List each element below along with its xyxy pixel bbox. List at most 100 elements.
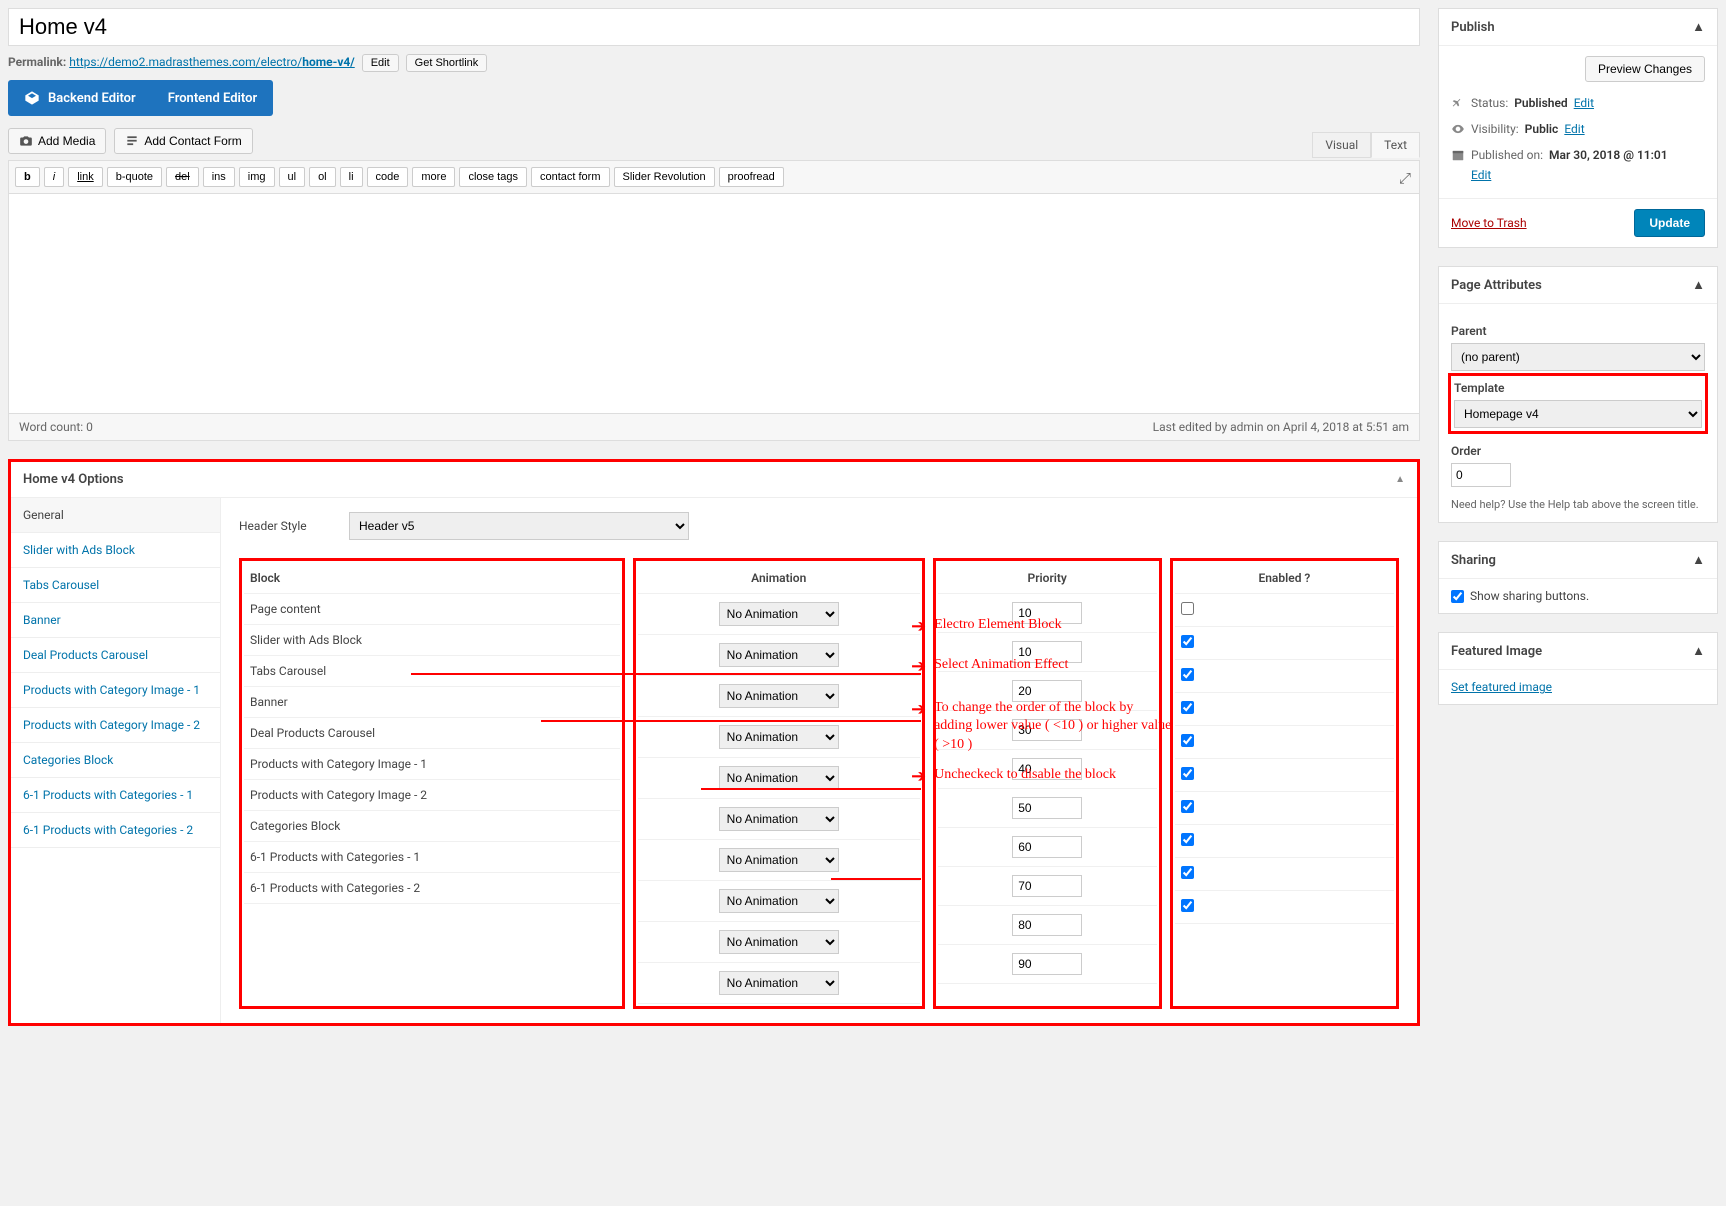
priority-input[interactable] bbox=[1012, 914, 1082, 936]
nav-categories-block[interactable]: Categories Block bbox=[11, 743, 220, 778]
priority-input[interactable] bbox=[1012, 797, 1082, 819]
sharing-checkbox-label[interactable]: Show sharing buttons. bbox=[1451, 589, 1705, 603]
add-media-button[interactable]: Add Media bbox=[8, 128, 106, 154]
nav-6-1-products-1[interactable]: 6-1 Products with Categories - 1 bbox=[11, 778, 220, 813]
th-priority: Priority bbox=[938, 563, 1157, 594]
qt-img[interactable]: img bbox=[239, 167, 275, 187]
qt-b[interactable]: b bbox=[15, 167, 40, 187]
animation-select[interactable]: No Animation bbox=[719, 848, 839, 872]
enabled-checkbox[interactable] bbox=[1181, 635, 1194, 648]
preview-changes-button[interactable]: Preview Changes bbox=[1585, 56, 1705, 82]
priority-input[interactable] bbox=[1012, 602, 1082, 624]
animation-select[interactable]: No Animation bbox=[719, 643, 839, 667]
set-featured-image-link[interactable]: Set featured image bbox=[1451, 680, 1552, 694]
enabled-checkbox[interactable] bbox=[1181, 866, 1194, 879]
priority-input[interactable] bbox=[1012, 641, 1082, 663]
enabled-checkbox[interactable] bbox=[1181, 701, 1194, 714]
edit-date-link[interactable]: Edit bbox=[1471, 168, 1705, 182]
featured-image-header[interactable]: Featured Image▲ bbox=[1439, 633, 1717, 670]
qt-closetags[interactable]: close tags bbox=[459, 167, 527, 187]
qt-ins[interactable]: ins bbox=[203, 167, 235, 187]
block-name: Products with Category Image - 1 bbox=[244, 749, 620, 780]
edit-status-link[interactable]: Edit bbox=[1574, 96, 1594, 110]
block-name: Banner bbox=[244, 687, 620, 718]
block-name: Products with Category Image - 2 bbox=[244, 780, 620, 811]
qt-code[interactable]: code bbox=[367, 167, 409, 187]
qt-ol[interactable]: ol bbox=[309, 167, 336, 187]
animation-select[interactable]: No Animation bbox=[719, 602, 839, 626]
animation-select[interactable]: No Animation bbox=[719, 807, 839, 831]
animation-select[interactable]: No Animation bbox=[719, 971, 839, 995]
block-name: 6-1 Products with Categories - 2 bbox=[244, 873, 620, 904]
priority-input[interactable] bbox=[1012, 719, 1082, 741]
th-block: Block bbox=[244, 563, 620, 594]
animation-select[interactable]: No Animation bbox=[719, 930, 839, 954]
frontend-editor-label: Frontend Editor bbox=[168, 91, 257, 106]
qt-ul[interactable]: ul bbox=[279, 167, 306, 187]
animation-select[interactable]: No Animation bbox=[719, 725, 839, 749]
parent-select[interactable]: (no parent) bbox=[1451, 343, 1705, 371]
visual-tab[interactable]: Visual bbox=[1312, 132, 1371, 158]
move-to-trash-link[interactable]: Move to Trash bbox=[1451, 216, 1527, 230]
nav-6-1-products-2[interactable]: 6-1 Products with Categories - 2 bbox=[11, 813, 220, 848]
fullscreen-icon[interactable]: ⤢ bbox=[1399, 169, 1411, 187]
nav-slider-ads[interactable]: Slider with Ads Block bbox=[11, 533, 220, 568]
options-header[interactable]: Home v4 Options ▲ bbox=[11, 462, 1417, 498]
content-textarea[interactable] bbox=[8, 194, 1420, 414]
animation-select[interactable]: No Animation bbox=[719, 766, 839, 790]
qt-li[interactable]: li bbox=[340, 167, 363, 187]
enabled-checkbox[interactable] bbox=[1181, 899, 1194, 912]
qt-del[interactable]: del bbox=[166, 167, 199, 187]
enabled-checkbox[interactable] bbox=[1181, 602, 1194, 615]
enabled-checkbox[interactable] bbox=[1181, 767, 1194, 780]
edit-visibility-link[interactable]: Edit bbox=[1564, 122, 1584, 136]
qt-more[interactable]: more bbox=[412, 167, 455, 187]
help-text: Need help? Use the Help tab above the sc… bbox=[1451, 497, 1705, 512]
nav-deal-products[interactable]: Deal Products Carousel bbox=[11, 638, 220, 673]
qt-i[interactable]: i bbox=[44, 167, 64, 187]
text-tab[interactable]: Text bbox=[1371, 132, 1420, 158]
priority-input[interactable] bbox=[1012, 875, 1082, 897]
enabled-checkbox[interactable] bbox=[1181, 734, 1194, 747]
enabled-checkbox[interactable] bbox=[1181, 833, 1194, 846]
add-contact-form-button[interactable]: Add Contact Form bbox=[114, 128, 252, 154]
nav-tabs-carousel[interactable]: Tabs Carousel bbox=[11, 568, 220, 603]
qt-contact-form[interactable]: contact form bbox=[531, 167, 610, 187]
page-title-input[interactable] bbox=[8, 8, 1420, 46]
sharing-checkbox[interactable] bbox=[1451, 590, 1464, 603]
enabled-checkbox[interactable] bbox=[1181, 800, 1194, 813]
block-name: 6-1 Products with Categories - 1 bbox=[244, 842, 620, 873]
sharing-header[interactable]: Sharing▲ bbox=[1439, 542, 1717, 579]
collapse-icon: ▲ bbox=[1692, 19, 1705, 35]
qt-bquote[interactable]: b-quote bbox=[107, 167, 162, 187]
edit-permalink-button[interactable]: Edit bbox=[362, 54, 399, 72]
collapse-icon: ▲ bbox=[1692, 277, 1705, 293]
nav-products-cat-1[interactable]: Products with Category Image - 1 bbox=[11, 673, 220, 708]
template-select[interactable]: Homepage v4 bbox=[1454, 400, 1702, 428]
priority-input[interactable] bbox=[1012, 953, 1082, 975]
qt-proofread[interactable]: proofread bbox=[719, 167, 784, 187]
backend-editor-tab[interactable]: Backend Editor bbox=[8, 80, 152, 116]
nav-products-cat-2[interactable]: Products with Category Image - 2 bbox=[11, 708, 220, 743]
qt-link[interactable]: link bbox=[68, 167, 103, 187]
get-shortlink-button[interactable]: Get Shortlink bbox=[406, 54, 488, 72]
vc-editor-tabs: Backend Editor Frontend Editor bbox=[8, 80, 273, 116]
priority-input[interactable] bbox=[1012, 836, 1082, 858]
qt-slider-rev[interactable]: Slider Revolution bbox=[614, 167, 715, 187]
priority-input[interactable] bbox=[1012, 680, 1082, 702]
enabled-checkbox[interactable] bbox=[1181, 668, 1194, 681]
order-input[interactable] bbox=[1451, 463, 1511, 487]
block-name: Tabs Carousel bbox=[244, 656, 620, 687]
page-attr-header[interactable]: Page Attributes▲ bbox=[1439, 267, 1717, 304]
header-style-select[interactable]: Header v5 bbox=[349, 512, 689, 540]
publish-header[interactable]: Publish▲ bbox=[1439, 9, 1717, 46]
priority-input[interactable] bbox=[1012, 758, 1082, 780]
nav-banner[interactable]: Banner bbox=[11, 603, 220, 638]
update-button[interactable]: Update bbox=[1634, 209, 1705, 237]
nav-general[interactable]: General bbox=[11, 498, 220, 533]
featured-image-box: Featured Image▲ Set featured image bbox=[1438, 632, 1718, 705]
animation-select[interactable]: No Animation bbox=[719, 684, 839, 708]
permalink-url[interactable]: https://demo2.madrasthemes.com/electro/h… bbox=[69, 55, 355, 69]
frontend-editor-tab[interactable]: Frontend Editor bbox=[152, 80, 273, 116]
animation-select[interactable]: No Animation bbox=[719, 889, 839, 913]
